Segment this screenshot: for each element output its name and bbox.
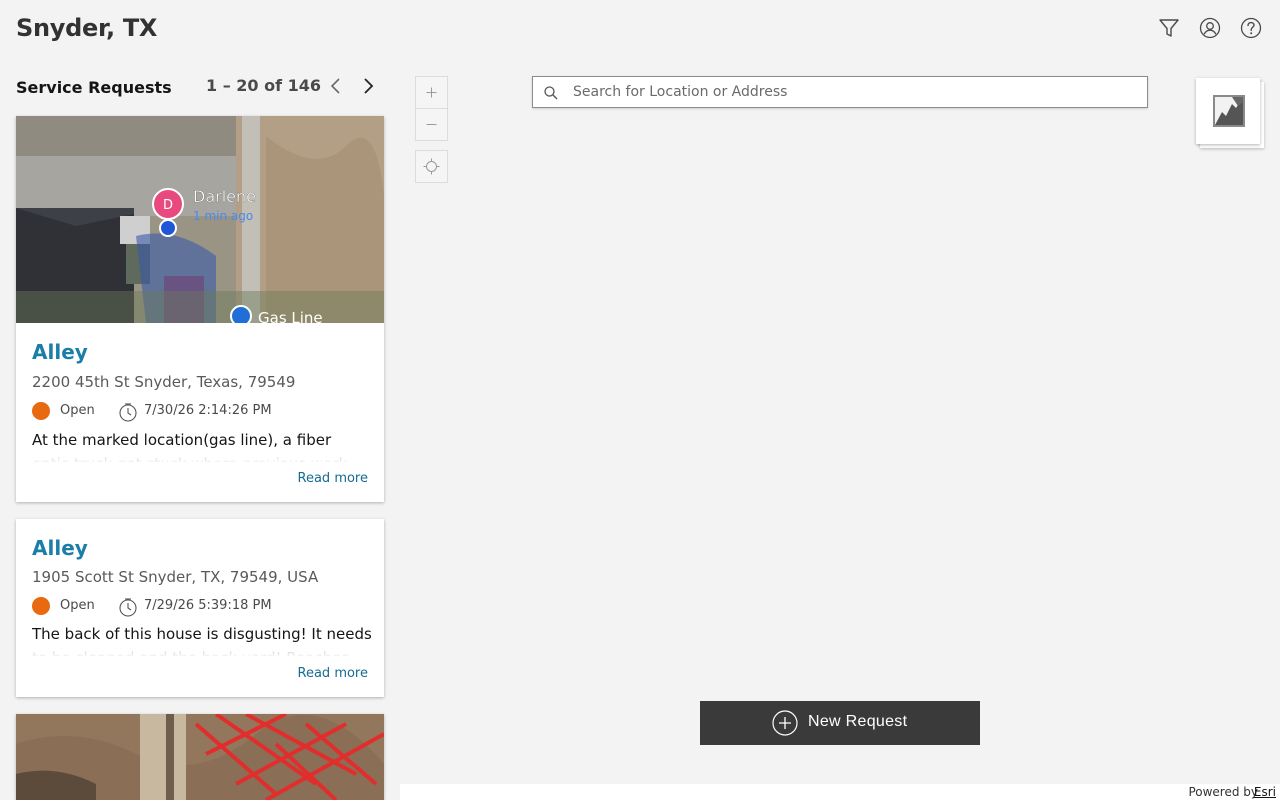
request-address: 2200 45th St Snyder, Texas, 79549: [32, 373, 296, 391]
clock-icon: [118, 402, 138, 422]
list-header: Service Requests 1 – 20 of 146: [0, 60, 400, 112]
map-attribution: Powered by Esri: [400, 784, 1280, 800]
request-card[interactable]: Alley 1905 Scott St Snyder, TX, 79549, U…: [16, 519, 384, 697]
request-address: 1905 Scott St Snyder, TX, 79549, USA: [32, 568, 319, 586]
pager-count: 1 – 20 of 146: [206, 76, 322, 95]
attribution-text: Powered by: [1188, 785, 1258, 799]
request-description: At the marked location(gas line), a fibe…: [32, 431, 347, 462]
request-title[interactable]: Alley: [32, 536, 88, 560]
basemap-icon: [1213, 95, 1245, 127]
photo-label-name: Darlene: [193, 187, 256, 206]
crosshair-icon: [423, 158, 440, 175]
clock-icon: [118, 597, 138, 617]
request-date: 7/30/26 2:14:26 PM: [144, 403, 272, 418]
prev-page-button[interactable]: [327, 75, 345, 97]
next-page-button[interactable]: [359, 75, 377, 97]
service-request-list-panel: Service Requests 1 – 20 of 146 D Darlene…: [0, 60, 400, 800]
avatar-initial: D: [163, 198, 173, 213]
location-search[interactable]: [532, 76, 1148, 108]
basemap-toggle[interactable]: [1196, 78, 1264, 148]
minus-icon: [426, 124, 437, 125]
request-description: The back of this house is disgusting! It…: [32, 625, 372, 656]
chevron-right-icon: [364, 78, 374, 94]
request-photo: D Darlene 1 min ago Gas Line: [16, 116, 384, 323]
plus-icon: [426, 87, 437, 98]
zoom-out-button[interactable]: [415, 108, 448, 141]
status-label: Open: [60, 598, 95, 613]
photo-label-time: 1 min ago: [193, 209, 253, 223]
status-label: Open: [60, 403, 95, 418]
request-date: 7/29/26 5:39:18 PM: [144, 598, 272, 613]
user-icon[interactable]: [1199, 17, 1221, 39]
filter-icon[interactable]: [1158, 17, 1180, 39]
locate-button[interactable]: [415, 150, 448, 183]
new-request-label: New Request: [808, 713, 908, 730]
request-title[interactable]: Alley: [32, 340, 88, 364]
zoom-in-button[interactable]: [415, 76, 448, 109]
request-photo: [16, 714, 384, 800]
status-open-indicator: [32, 402, 50, 420]
status-open-indicator: [32, 597, 50, 615]
search-input[interactable]: [573, 77, 1133, 107]
question-icon[interactable]: [1240, 17, 1262, 39]
read-more-link[interactable]: Read more: [298, 471, 368, 486]
photo-label-place: Gas Line: [258, 309, 323, 323]
map-view[interactable]: New Request: [400, 60, 1280, 784]
request-card[interactable]: D Darlene 1 min ago Gas Line Alley 2200 …: [16, 116, 384, 502]
chevron-left-icon: [330, 78, 340, 94]
new-request-button[interactable]: New Request: [700, 701, 980, 745]
read-more-link[interactable]: Read more: [298, 666, 368, 681]
esri-link[interactable]: Esri: [1254, 784, 1276, 800]
app-header: Snyder, TX: [0, 0, 1280, 60]
app-title: Snyder, TX: [16, 14, 158, 42]
basemap-toggle-button[interactable]: [1196, 78, 1260, 144]
plus-circle-icon: [772, 710, 798, 736]
request-card[interactable]: [16, 714, 384, 800]
list-title: Service Requests: [16, 78, 172, 97]
search-icon: [544, 86, 558, 100]
